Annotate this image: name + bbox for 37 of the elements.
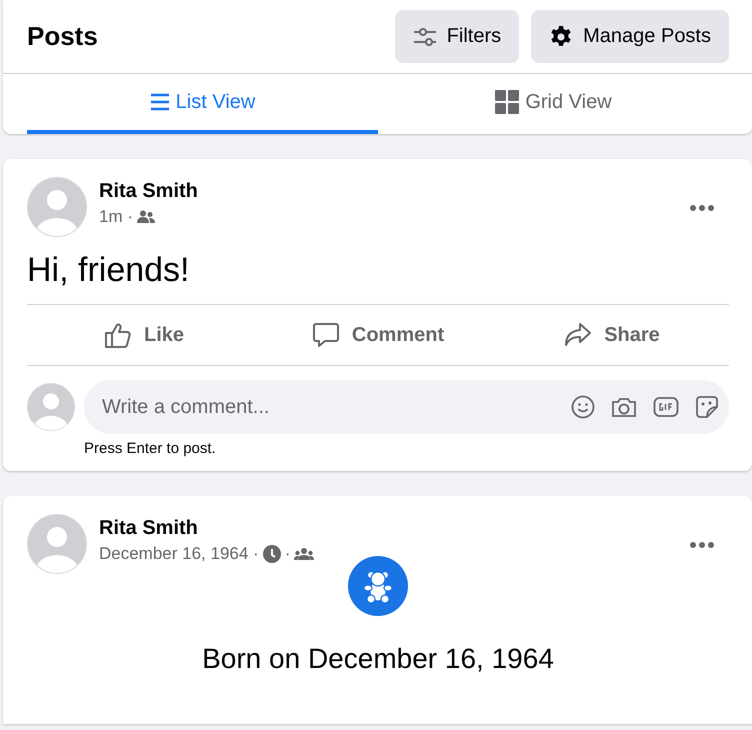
view-tab[interactable]: List View <box>27 74 378 134</box>
avatar-icon <box>27 383 75 431</box>
author-name[interactable]: Rita Smith <box>99 178 677 204</box>
grid-icon <box>495 90 520 114</box>
more-options-icon[interactable] <box>689 541 715 549</box>
speech-bubble-icon <box>312 321 340 349</box>
sticker-icon[interactable] <box>695 395 719 419</box>
filters-button[interactable]: Filters <box>394 10 520 63</box>
clock-icon <box>262 545 281 563</box>
filter-sliders-icon <box>412 26 437 46</box>
share-arrow-icon <box>564 322 592 348</box>
comment-hint: Press Enter to post. <box>84 440 217 459</box>
thumbs-up-icon <box>104 321 132 349</box>
camera-icon[interactable] <box>611 396 637 418</box>
author-name[interactable]: Rita Smith <box>99 515 677 541</box>
like-button[interactable]: Like <box>27 305 261 365</box>
settings-icon <box>549 24 574 48</box>
post-text: Hi, friends! <box>27 251 190 290</box>
post-meta: · <box>284 544 290 564</box>
life-event-text: Born on December 16, 1964 <box>202 643 554 675</box>
avatar-icon <box>27 514 87 574</box>
gif-icon[interactable] <box>653 396 679 418</box>
people-icon <box>137 210 155 224</box>
comment-field[interactable]: Write a comment... <box>84 380 729 434</box>
post-meta: 1m · <box>99 207 133 227</box>
manage-posts-button[interactable]: Manage Posts <box>531 10 729 63</box>
smiley-icon[interactable] <box>571 395 595 419</box>
page-title: Posts <box>27 21 99 52</box>
list-icon <box>150 93 170 111</box>
teddy-bear-icon <box>348 556 408 616</box>
view-tab[interactable]: Grid View <box>378 74 729 134</box>
people-icon <box>294 547 314 561</box>
more-options-icon[interactable] <box>689 204 715 212</box>
post-meta: December 16, 1964 · <box>99 544 259 564</box>
comment-button[interactable]: Comment <box>261 305 495 365</box>
share-button[interactable]: Share <box>495 305 729 365</box>
avatar-icon <box>27 177 87 237</box>
